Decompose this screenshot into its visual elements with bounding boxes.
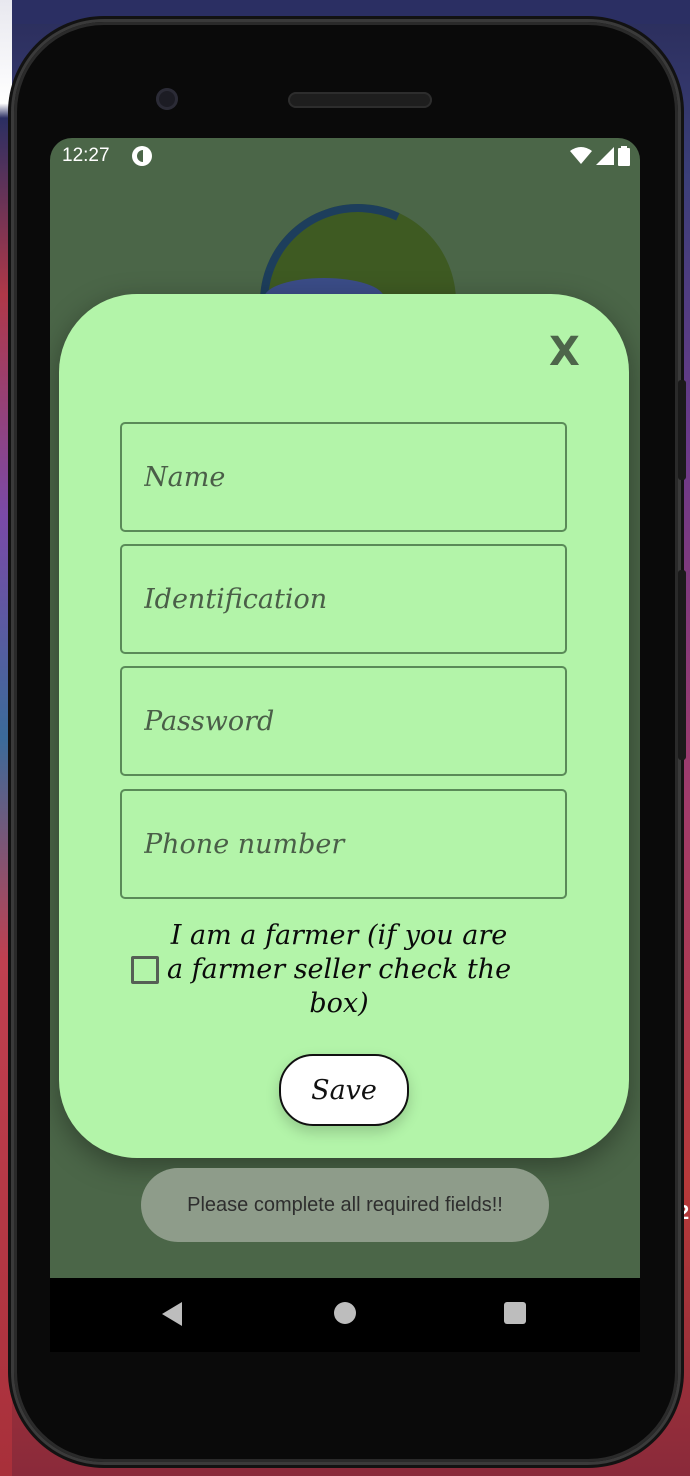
save-button[interactable]: Save (279, 1054, 409, 1126)
name-field[interactable] (120, 422, 567, 532)
status-time: 12:27 (62, 145, 110, 166)
power-button[interactable] (678, 380, 686, 480)
close-button[interactable]: X (549, 332, 580, 372)
front-camera (156, 88, 178, 110)
earpiece-speaker (288, 92, 432, 108)
signal-icon (596, 147, 614, 165)
battery-icon (618, 146, 630, 166)
farmer-checkbox[interactable] (131, 956, 159, 984)
emulator-backdrop-top (0, 0, 690, 24)
password-input[interactable] (122, 668, 565, 774)
identification-field[interactable] (120, 544, 567, 654)
name-input[interactable] (122, 424, 565, 530)
phone-number-field[interactable] (120, 789, 567, 899)
recents-icon[interactable] (504, 1302, 526, 1324)
password-field[interactable] (120, 666, 567, 776)
farmer-checkbox-label: I am a farmer (if you are a farmer selle… (166, 920, 512, 1019)
edge-fragment-text: 2 (678, 1202, 690, 1224)
toast-message: Please complete all required fields!! (141, 1168, 549, 1242)
status-icons (570, 146, 630, 166)
app-screen: 12:27 X Name Identification Phone number… (50, 138, 640, 1278)
emulator-backdrop-strip (0, 0, 12, 1476)
home-icon[interactable] (334, 1302, 356, 1324)
registration-dialog: X I am a farmer (if you are a farmer sel… (59, 294, 629, 1158)
wifi-icon (570, 147, 592, 164)
app-notification-icon (132, 146, 152, 166)
back-icon[interactable] (162, 1302, 182, 1326)
identification-input[interactable] (122, 546, 565, 652)
phone-number-input[interactable] (122, 791, 565, 897)
volume-button[interactable] (678, 570, 686, 760)
status-bar: 12:27 (50, 138, 640, 174)
system-nav-bar (50, 1278, 640, 1352)
